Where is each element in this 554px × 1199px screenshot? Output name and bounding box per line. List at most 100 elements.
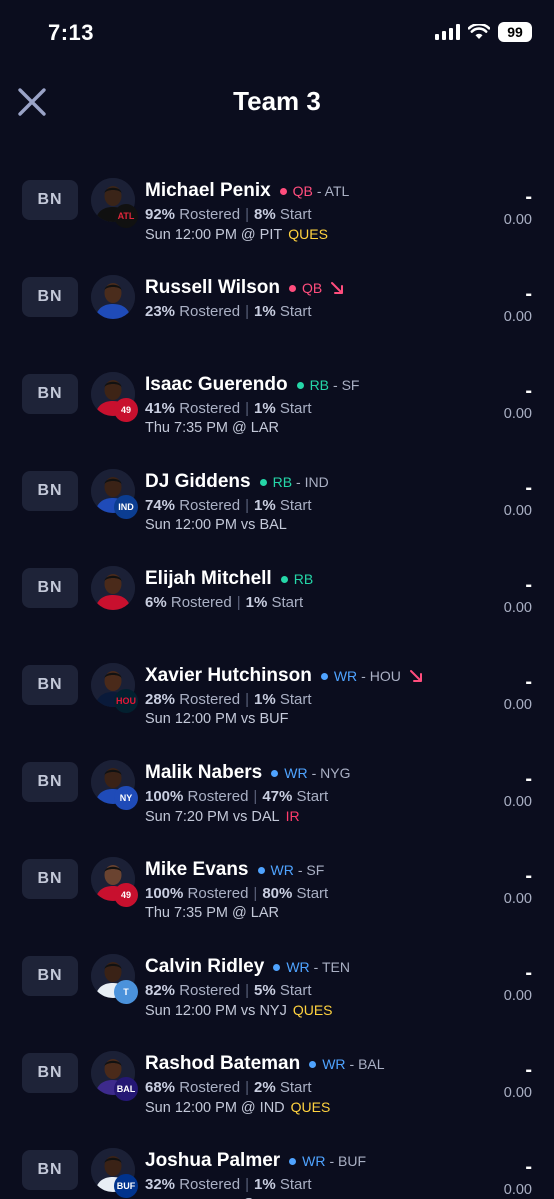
team-label: - SF: [297, 862, 325, 878]
player-name[interactable]: Russell Wilson: [145, 277, 280, 299]
player-name[interactable]: Elijah Mitchell: [145, 568, 272, 590]
player-row[interactable]: BN IND DJ Giddens RB - IND 74% Rostered | 1% S…: [0, 469, 554, 566]
lineup-slot-button[interactable]: BN: [22, 471, 78, 511]
team-label: - SF: [333, 377, 360, 393]
player-name[interactable]: Isaac Guerendo: [145, 374, 288, 396]
projection-dash: -: [525, 865, 532, 887]
rostered-label: Rostered: [179, 1079, 241, 1096]
cellular-signal-icon: [435, 24, 460, 40]
lineup-slot-button[interactable]: BN: [22, 859, 78, 899]
rostered-percent: 92%: [145, 206, 176, 223]
projected-points: 0.00: [503, 891, 532, 907]
lineup-slot-button[interactable]: BN: [22, 956, 78, 996]
game-time: Sun 12:00 PM @ PIT: [145, 227, 283, 243]
ownership-stats: 92% Rostered | 8% Start: [145, 206, 485, 223]
projected-points: 0.00: [503, 697, 532, 713]
player-row[interactable]: BN BAL Rashod Bateman WR - BAL 68% Rostered |…: [0, 1051, 554, 1148]
projected-points: 0.00: [503, 1085, 532, 1101]
lineup-slot-button[interactable]: BN: [22, 762, 78, 802]
projection-dash: -: [525, 1059, 532, 1081]
player-name[interactable]: Calvin Ridley: [145, 956, 264, 978]
start-percent: 1%: [253, 303, 276, 320]
projection-dash: -: [525, 380, 532, 402]
position-dot-icon: [296, 381, 304, 389]
ownership-stats: 68% Rostered | 2% Start: [145, 1079, 485, 1096]
stats-divider: |: [245, 1079, 249, 1096]
player-name[interactable]: Mike Evans: [145, 859, 249, 881]
position-label: WR: [284, 765, 308, 781]
projected-points: 0.00: [503, 1182, 532, 1198]
position-dot-icon: [288, 284, 296, 292]
position-dot-icon: [320, 672, 328, 680]
rostered-percent: 68%: [145, 1079, 176, 1096]
team-label: - ATL: [316, 183, 350, 199]
start-percent: 47%: [262, 788, 293, 805]
projected-points: 0.00: [503, 212, 532, 228]
player-name[interactable]: Michael Penix: [145, 180, 271, 202]
player-row[interactable]: BN NY Malik Nabers WR - NYG 100% Rostered | 47…: [0, 760, 554, 857]
player-row[interactable]: BN Russell Wilson QB 23% Rostered | 1% Start -…: [0, 275, 554, 372]
status-icons: 99: [435, 22, 532, 42]
lineup-slot-button[interactable]: BN: [22, 180, 78, 220]
player-row[interactable]: BN 49 Mike Evans WR - SF 100% Rostered | 80% S…: [0, 857, 554, 954]
player-row[interactable]: BN HOU Xavier Hutchinson WR - HOU 28% Roster…: [0, 663, 554, 760]
injury-status-badge: QUES: [288, 226, 328, 242]
ownership-stats: 100% Rostered | 80% Start: [145, 885, 485, 902]
player-avatar[interactable]: [91, 566, 135, 610]
player-row[interactable]: BN 49 Isaac Guerendo RB - SF 41% Rostered | 1%…: [0, 372, 554, 469]
projection-dash: -: [525, 768, 532, 790]
game-time: Thu 7:35 PM @ LAR: [145, 420, 279, 436]
lineup-slot-button[interactable]: BN: [22, 1053, 78, 1093]
team-label: - IND: [296, 474, 329, 490]
rostered-label: Rostered: [179, 206, 241, 223]
ownership-stats: 28% Rostered | 1% Start: [145, 691, 485, 708]
player-info: Elijah Mitchell RB 6% Rostered | 1% Start: [145, 566, 485, 611]
lineup-slot-button[interactable]: BN: [22, 568, 78, 608]
stats-divider: |: [245, 982, 249, 999]
team-logo-icon: BUF: [114, 1174, 138, 1198]
lineup-slot-button[interactable]: BN: [22, 277, 78, 317]
lineup-slot-button[interactable]: BN: [22, 374, 78, 414]
rostered-label: Rostered: [179, 1176, 241, 1193]
game-info: Sun 12:00 PM vs BUF: [145, 711, 485, 727]
rostered-label: Rostered: [179, 303, 241, 320]
projected-points: 0.00: [503, 988, 532, 1004]
stats-divider: |: [245, 497, 249, 514]
team-logo-icon: T: [114, 980, 138, 1004]
player-row[interactable]: BN Elijah Mitchell RB 6% Rostered | 1% Start -…: [0, 566, 554, 663]
lineup-slot-button[interactable]: BN: [22, 665, 78, 705]
stats-divider: |: [245, 691, 249, 708]
game-time: Sun 12:00 PM vs BUF: [145, 711, 289, 727]
lineup-slot-button[interactable]: BN: [22, 1150, 78, 1190]
position-label: RB: [309, 377, 330, 393]
battery-indicator: 99: [498, 22, 532, 42]
player-name[interactable]: Xavier Hutchinson: [145, 665, 312, 687]
player-row[interactable]: BN T Calvin Ridley WR - TEN 82% Rostered | 5% …: [0, 954, 554, 1051]
game-time: Sun 12:00 PM vs NYJ: [145, 1003, 287, 1019]
player-name[interactable]: Malik Nabers: [145, 762, 262, 784]
team-logo-icon: 49: [114, 398, 138, 422]
position-label: WR: [302, 1153, 326, 1169]
game-info: Sun 12:00 PM @ PIT QUES: [145, 226, 485, 243]
game-time: Sun 12:00 PM vs BAL: [145, 517, 287, 533]
rostered-label: Rostered: [179, 982, 241, 999]
position-dot-icon: [259, 478, 267, 486]
team-logo-icon: NY: [114, 786, 138, 810]
ownership-stats: 32% Rostered | 1% Start: [145, 1176, 485, 1193]
game-info: Thu 7:35 PM @ LAR: [145, 420, 485, 436]
player-row[interactable]: BN BUF Joshua Palmer WR - BUF 32% Rostered | 1…: [0, 1148, 554, 1199]
player-name[interactable]: Rashod Bateman: [145, 1053, 300, 1075]
player-info: DJ Giddens RB - IND 74% Rostered | 1% Start S…: [145, 469, 485, 533]
projection-dash: -: [525, 186, 532, 208]
position-label: WR: [270, 862, 294, 878]
player-name[interactable]: Joshua Palmer: [145, 1150, 280, 1172]
player-row[interactable]: BN ATL Michael Penix QB - ATL 92% Rostered | 8…: [0, 178, 554, 275]
player-info: Calvin Ridley WR - TEN 82% Rostered | 5% Sta…: [145, 954, 485, 1019]
start-percent: 1%: [253, 691, 276, 708]
ownership-stats: 74% Rostered | 1% Start: [145, 497, 485, 514]
position-dot-icon: [279, 187, 287, 195]
position-label: RB: [293, 571, 314, 587]
player-avatar[interactable]: [91, 275, 135, 319]
player-name[interactable]: DJ Giddens: [145, 471, 251, 493]
start-label: Start: [279, 497, 312, 514]
